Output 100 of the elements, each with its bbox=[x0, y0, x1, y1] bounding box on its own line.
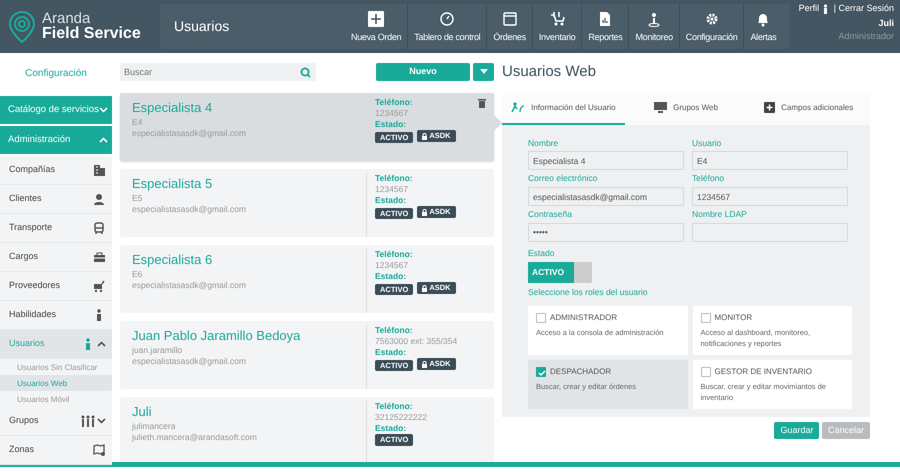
lock-icon bbox=[422, 132, 428, 140]
user-name: Especialista 5 bbox=[132, 176, 214, 193]
field-label: Teléfono: bbox=[375, 401, 413, 412]
checkbox[interactable] bbox=[536, 367, 546, 378]
user-email: especialistasasdk@gmail.com bbox=[132, 204, 247, 214]
phone-number: 7563000 ext: 355/354 bbox=[375, 336, 458, 348]
input-field[interactable] bbox=[692, 222, 848, 242]
logout-link[interactable]: Cerrar Sesión bbox=[838, 3, 894, 13]
lock-icon bbox=[422, 208, 428, 216]
monitor-icon bbox=[654, 102, 668, 113]
chevron-icon bbox=[99, 107, 108, 113]
field-label: Estado: bbox=[375, 271, 406, 282]
tab[interactable]: Grupos Web bbox=[624, 92, 748, 124]
field-label: Usuario bbox=[692, 136, 722, 150]
field-label: Teléfono: bbox=[375, 173, 413, 184]
user-email: julieth.mancera@arandasoft.com bbox=[132, 432, 258, 442]
field-label: Estado: bbox=[375, 195, 406, 206]
user-login: E4 bbox=[132, 116, 144, 128]
nav-button[interactable]: Órdenes bbox=[486, 4, 532, 49]
field-label: Nombre LDAP bbox=[692, 208, 748, 221]
sidebar-item[interactable]: Grupos bbox=[0, 407, 112, 436]
role-name: ADMINISTRADOR bbox=[550, 313, 618, 322]
sidebar-item[interactable]: Transporte bbox=[0, 214, 112, 243]
field-label: Teléfono bbox=[692, 172, 726, 185]
caret-icon bbox=[480, 69, 488, 74]
sidebar-item[interactable]: Proveedores bbox=[0, 272, 112, 301]
sidebar-title: Configuración bbox=[24, 67, 88, 81]
nav-button[interactable]: Nueva Orden bbox=[345, 4, 408, 49]
user-name: Juan Pablo Jaramillo Bedoya bbox=[132, 328, 302, 345]
input-field[interactable]: ••••• bbox=[528, 222, 684, 242]
person-icon bbox=[93, 192, 106, 206]
chevron-icon bbox=[97, 418, 106, 424]
dropdown-button[interactable] bbox=[473, 63, 494, 81]
phone-number: 1234567 bbox=[375, 108, 410, 120]
search-field[interactable]: Buscar bbox=[120, 63, 316, 81]
nav-button[interactable]: Reportes bbox=[581, 4, 628, 49]
input-field[interactable]: especialistasasdk@gmail.com bbox=[528, 187, 684, 206]
role-name: DESPACHADOR bbox=[550, 367, 612, 376]
checkbox[interactable] bbox=[536, 313, 546, 324]
field-label: Estado bbox=[528, 246, 556, 260]
field-label: Contraseña bbox=[528, 208, 573, 221]
user-name: Especialista 4 bbox=[132, 100, 214, 117]
plus-icon bbox=[764, 102, 776, 113]
nav-button[interactable]: Monitoreo bbox=[628, 4, 679, 49]
chevron-icon bbox=[97, 341, 106, 347]
field-label: Teléfono: bbox=[375, 325, 413, 336]
lock-icon bbox=[422, 284, 428, 292]
field-label: Nombre bbox=[528, 136, 560, 150]
sidebar-item[interactable]: Clientes bbox=[0, 185, 112, 214]
section-label: Seleccione los roles del usuario bbox=[528, 286, 649, 298]
field-label: Estado: bbox=[375, 423, 406, 434]
page-title: Usuarios bbox=[173, 17, 230, 36]
nav-button[interactable]: Configuración bbox=[678, 4, 744, 49]
logo-icon bbox=[8, 10, 36, 44]
building-icon bbox=[93, 164, 106, 176]
briefcase-icon bbox=[93, 250, 106, 264]
input-field[interactable]: E4 bbox=[692, 151, 848, 170]
sidebar-item[interactable]: Habilidades bbox=[0, 301, 112, 330]
lock-icon bbox=[422, 360, 428, 368]
sidebar-item[interactable]: Compañías bbox=[0, 156, 112, 185]
trash-icon[interactable] bbox=[478, 98, 486, 108]
input-field[interactable]: 1234567 bbox=[692, 187, 848, 206]
field-label: Teléfono: bbox=[375, 97, 413, 108]
separator: | bbox=[834, 3, 836, 13]
profile-link[interactable]: Perfil bbox=[798, 3, 820, 13]
sidebar-item[interactable]: Cargos bbox=[0, 243, 112, 272]
user-email: especialistasasdk@gmail.com bbox=[132, 128, 247, 138]
nav-button[interactable]: Inventario bbox=[532, 4, 582, 49]
field-label: Teléfono: bbox=[375, 249, 413, 260]
user-login: julimancera bbox=[132, 420, 176, 432]
panel-title: Usuarios Web bbox=[502, 62, 597, 82]
checkbox[interactable] bbox=[700, 367, 710, 378]
search-icon bbox=[300, 67, 311, 78]
user-login: juan.jaramillo bbox=[132, 344, 184, 356]
plus-icon bbox=[366, 8, 386, 29]
user-email: especialistasasdk@gmail.com bbox=[132, 280, 247, 290]
map-icon bbox=[93, 444, 106, 456]
tab[interactable]: Campos adicionales bbox=[747, 92, 870, 124]
phone-number: 1234567 bbox=[375, 260, 410, 272]
phone-number: 32125222222 bbox=[375, 412, 428, 424]
sidebar-item[interactable]: Zonas bbox=[0, 436, 112, 465]
cart-icon bbox=[93, 280, 106, 292]
input-field[interactable]: Especialista 4 bbox=[528, 151, 684, 170]
nav-button[interactable]: Tablero de control bbox=[407, 4, 486, 49]
role-name: MONITOR bbox=[714, 313, 752, 322]
user-name: Juli bbox=[877, 17, 894, 30]
bus-icon bbox=[93, 222, 106, 234]
role-name: GESTOR DE INVENTARIO bbox=[714, 367, 812, 376]
field-label: Estado: bbox=[375, 347, 406, 358]
user-login: E5 bbox=[132, 192, 144, 204]
user-email: especialistasasdk@gmail.com bbox=[132, 356, 247, 366]
field-label: Correo electrónico bbox=[528, 172, 598, 185]
chevron-icon bbox=[99, 137, 108, 143]
phone-number: 1234567 bbox=[375, 184, 410, 196]
brand-name: Field Service bbox=[42, 26, 141, 42]
user-login: E6 bbox=[132, 268, 144, 280]
nav-button[interactable]: Alertas bbox=[743, 4, 782, 49]
checkbox[interactable] bbox=[700, 313, 710, 324]
user-name: Especialista 6 bbox=[132, 252, 214, 269]
field-label: Estado: bbox=[375, 119, 406, 130]
